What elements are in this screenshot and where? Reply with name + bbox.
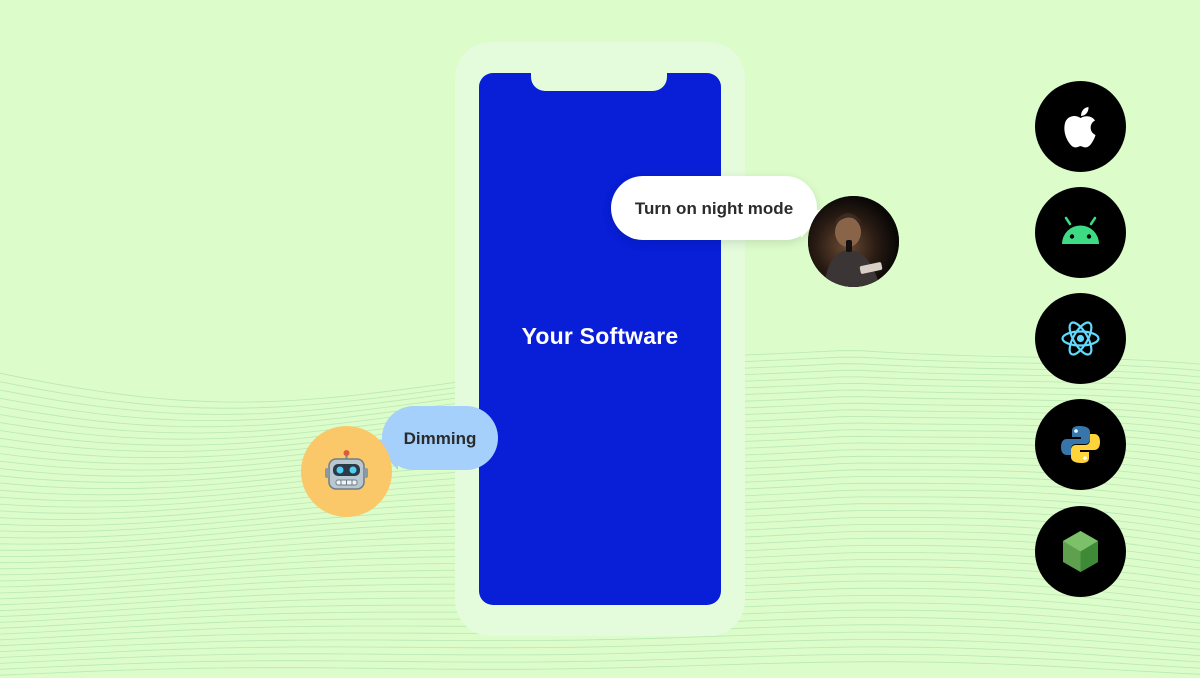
wave-line (0, 639, 1200, 658)
user-message-bubble: Turn on night mode (611, 176, 827, 240)
user-message-text: Turn on night mode (634, 199, 794, 218)
wave-line (0, 661, 1200, 676)
screen-title: Your Software (521, 323, 679, 349)
nodejs-icon (1063, 531, 1098, 572)
robot-avatar (301, 426, 392, 517)
phone-screen: Your Software (479, 73, 721, 605)
android-platform-badge (1035, 187, 1126, 278)
nodejs-platform-badge (1035, 506, 1126, 597)
android-icon (1062, 216, 1099, 244)
python-icon (1061, 426, 1100, 463)
phone-notch (531, 73, 667, 91)
apple-platform-badge (1035, 81, 1126, 172)
user-photo-avatar (808, 196, 899, 287)
python-platform-badge (1035, 399, 1126, 490)
react-platform-badge (1035, 293, 1126, 384)
wave-line (0, 653, 1200, 670)
robot-icon (325, 450, 368, 490)
apple-icon (1064, 107, 1096, 148)
bot-reply-text: Dimming (403, 429, 477, 448)
react-icon (1061, 321, 1100, 356)
bot-reply-bubble: Dimming (370, 406, 498, 470)
